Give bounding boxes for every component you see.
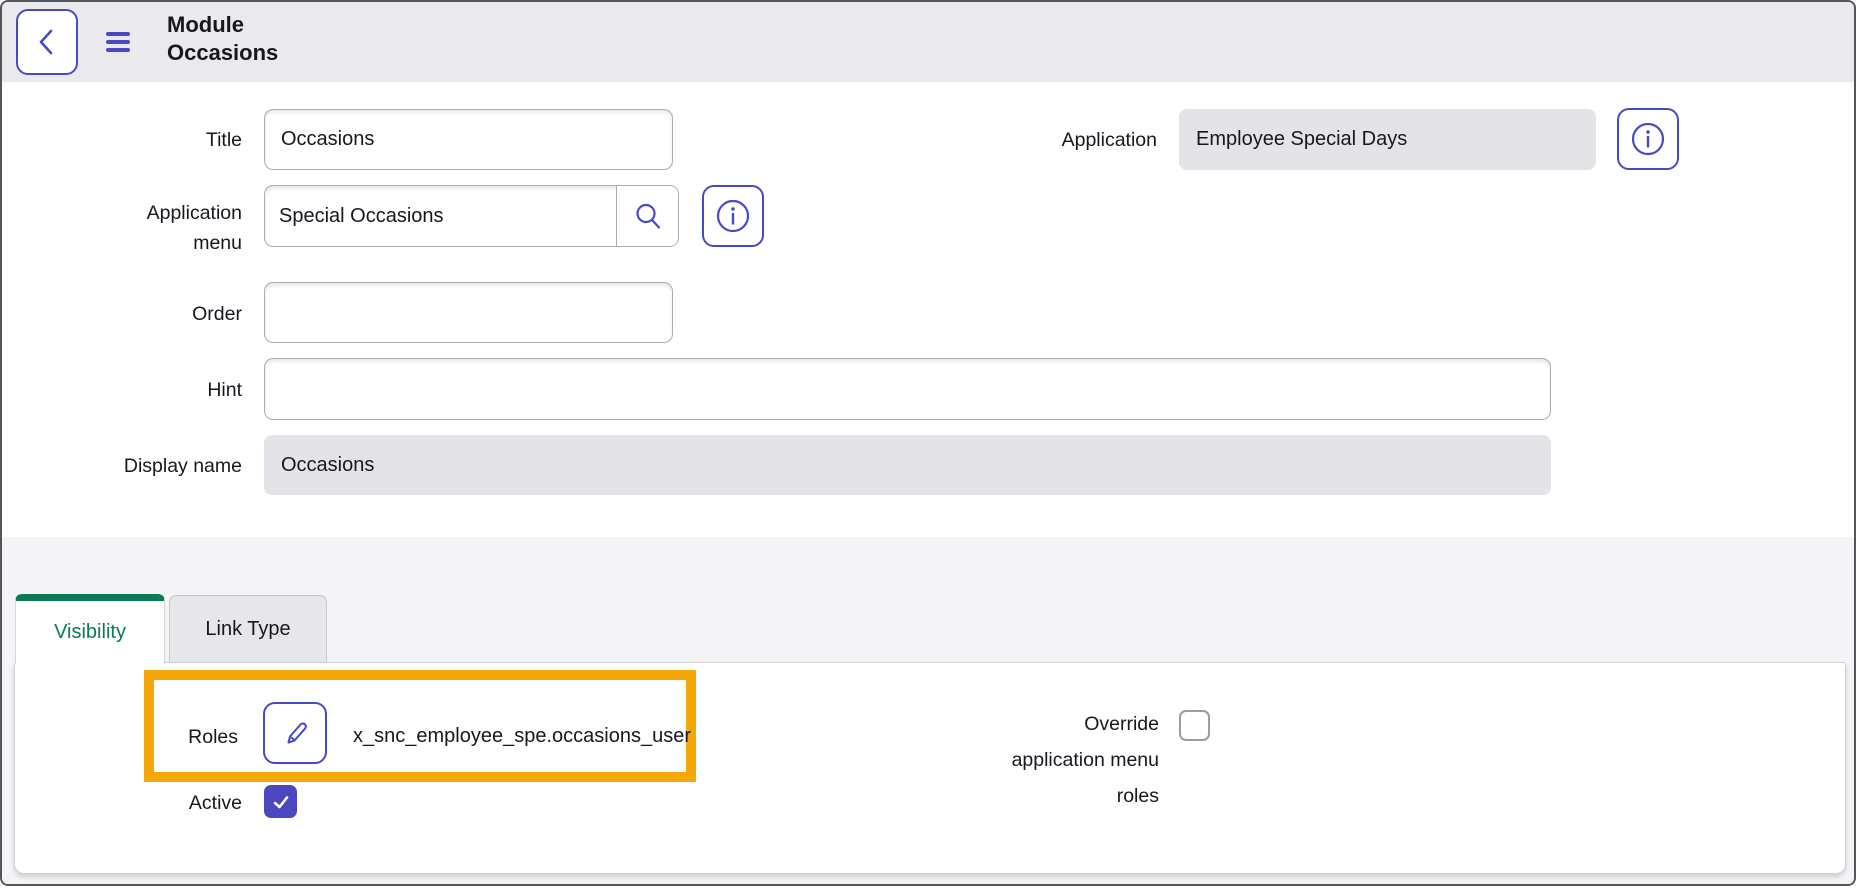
back-button[interactable] [16,9,78,75]
display-name-label: Display name [123,455,242,477]
application-menu-search-button[interactable] [616,186,678,246]
hint-label: Hint [207,379,242,401]
chevron-left-icon [34,26,60,58]
checkmark-icon [270,791,292,813]
roles-label: Roles [188,726,238,748]
module-form-screen: Module Occasions Title Application Emplo… [0,0,1856,886]
order-input[interactable] [264,282,673,343]
application-label: Application [1061,129,1157,151]
application-menu-input[interactable] [265,186,616,246]
active-checkbox[interactable] [264,785,297,818]
hint-input[interactable] [264,358,1551,420]
active-label: Active [188,792,242,814]
display-name-readonly-field: Occasions [264,435,1551,495]
menu-button[interactable] [106,32,136,56]
application-readonly-field: Employee Special Days [1179,109,1596,170]
search-icon [633,201,663,231]
override-application-menu-roles-checkbox[interactable] [1179,710,1210,741]
title-input[interactable] [264,109,673,170]
application-info-button[interactable] [1617,108,1679,170]
order-label: Order [192,303,242,325]
roles-value: x_snc_employee_spe.occasions_user [353,725,691,747]
info-icon [1631,122,1665,156]
page-title: Module Occasions [167,11,278,67]
visibility-tab-panel [14,662,1846,874]
display-name-value: Occasions [281,453,375,476]
tab-link-type-label: Link Type [205,617,291,640]
tab-visibility[interactable]: Visibility [15,594,165,664]
application-value: Employee Special Days [1196,128,1408,150]
tab-link-type[interactable]: Link Type [169,595,327,662]
page-title-record-name: Occasions [167,40,279,65]
page-title-record-type: Module [167,12,244,37]
header-bar: Module Occasions [2,2,1854,82]
hamburger-icon [106,32,136,52]
title-label: Title [205,129,242,151]
application-menu-label: Application menu [146,202,242,254]
override-application-menu-roles-label: Override application menu roles [1011,713,1159,807]
info-icon [716,199,750,233]
application-menu-combo [264,185,679,247]
roles-edit-button[interactable] [263,702,327,764]
tab-visibility-label: Visibility [54,621,126,643]
pencil-icon [279,717,311,749]
application-menu-info-button[interactable] [702,185,764,247]
